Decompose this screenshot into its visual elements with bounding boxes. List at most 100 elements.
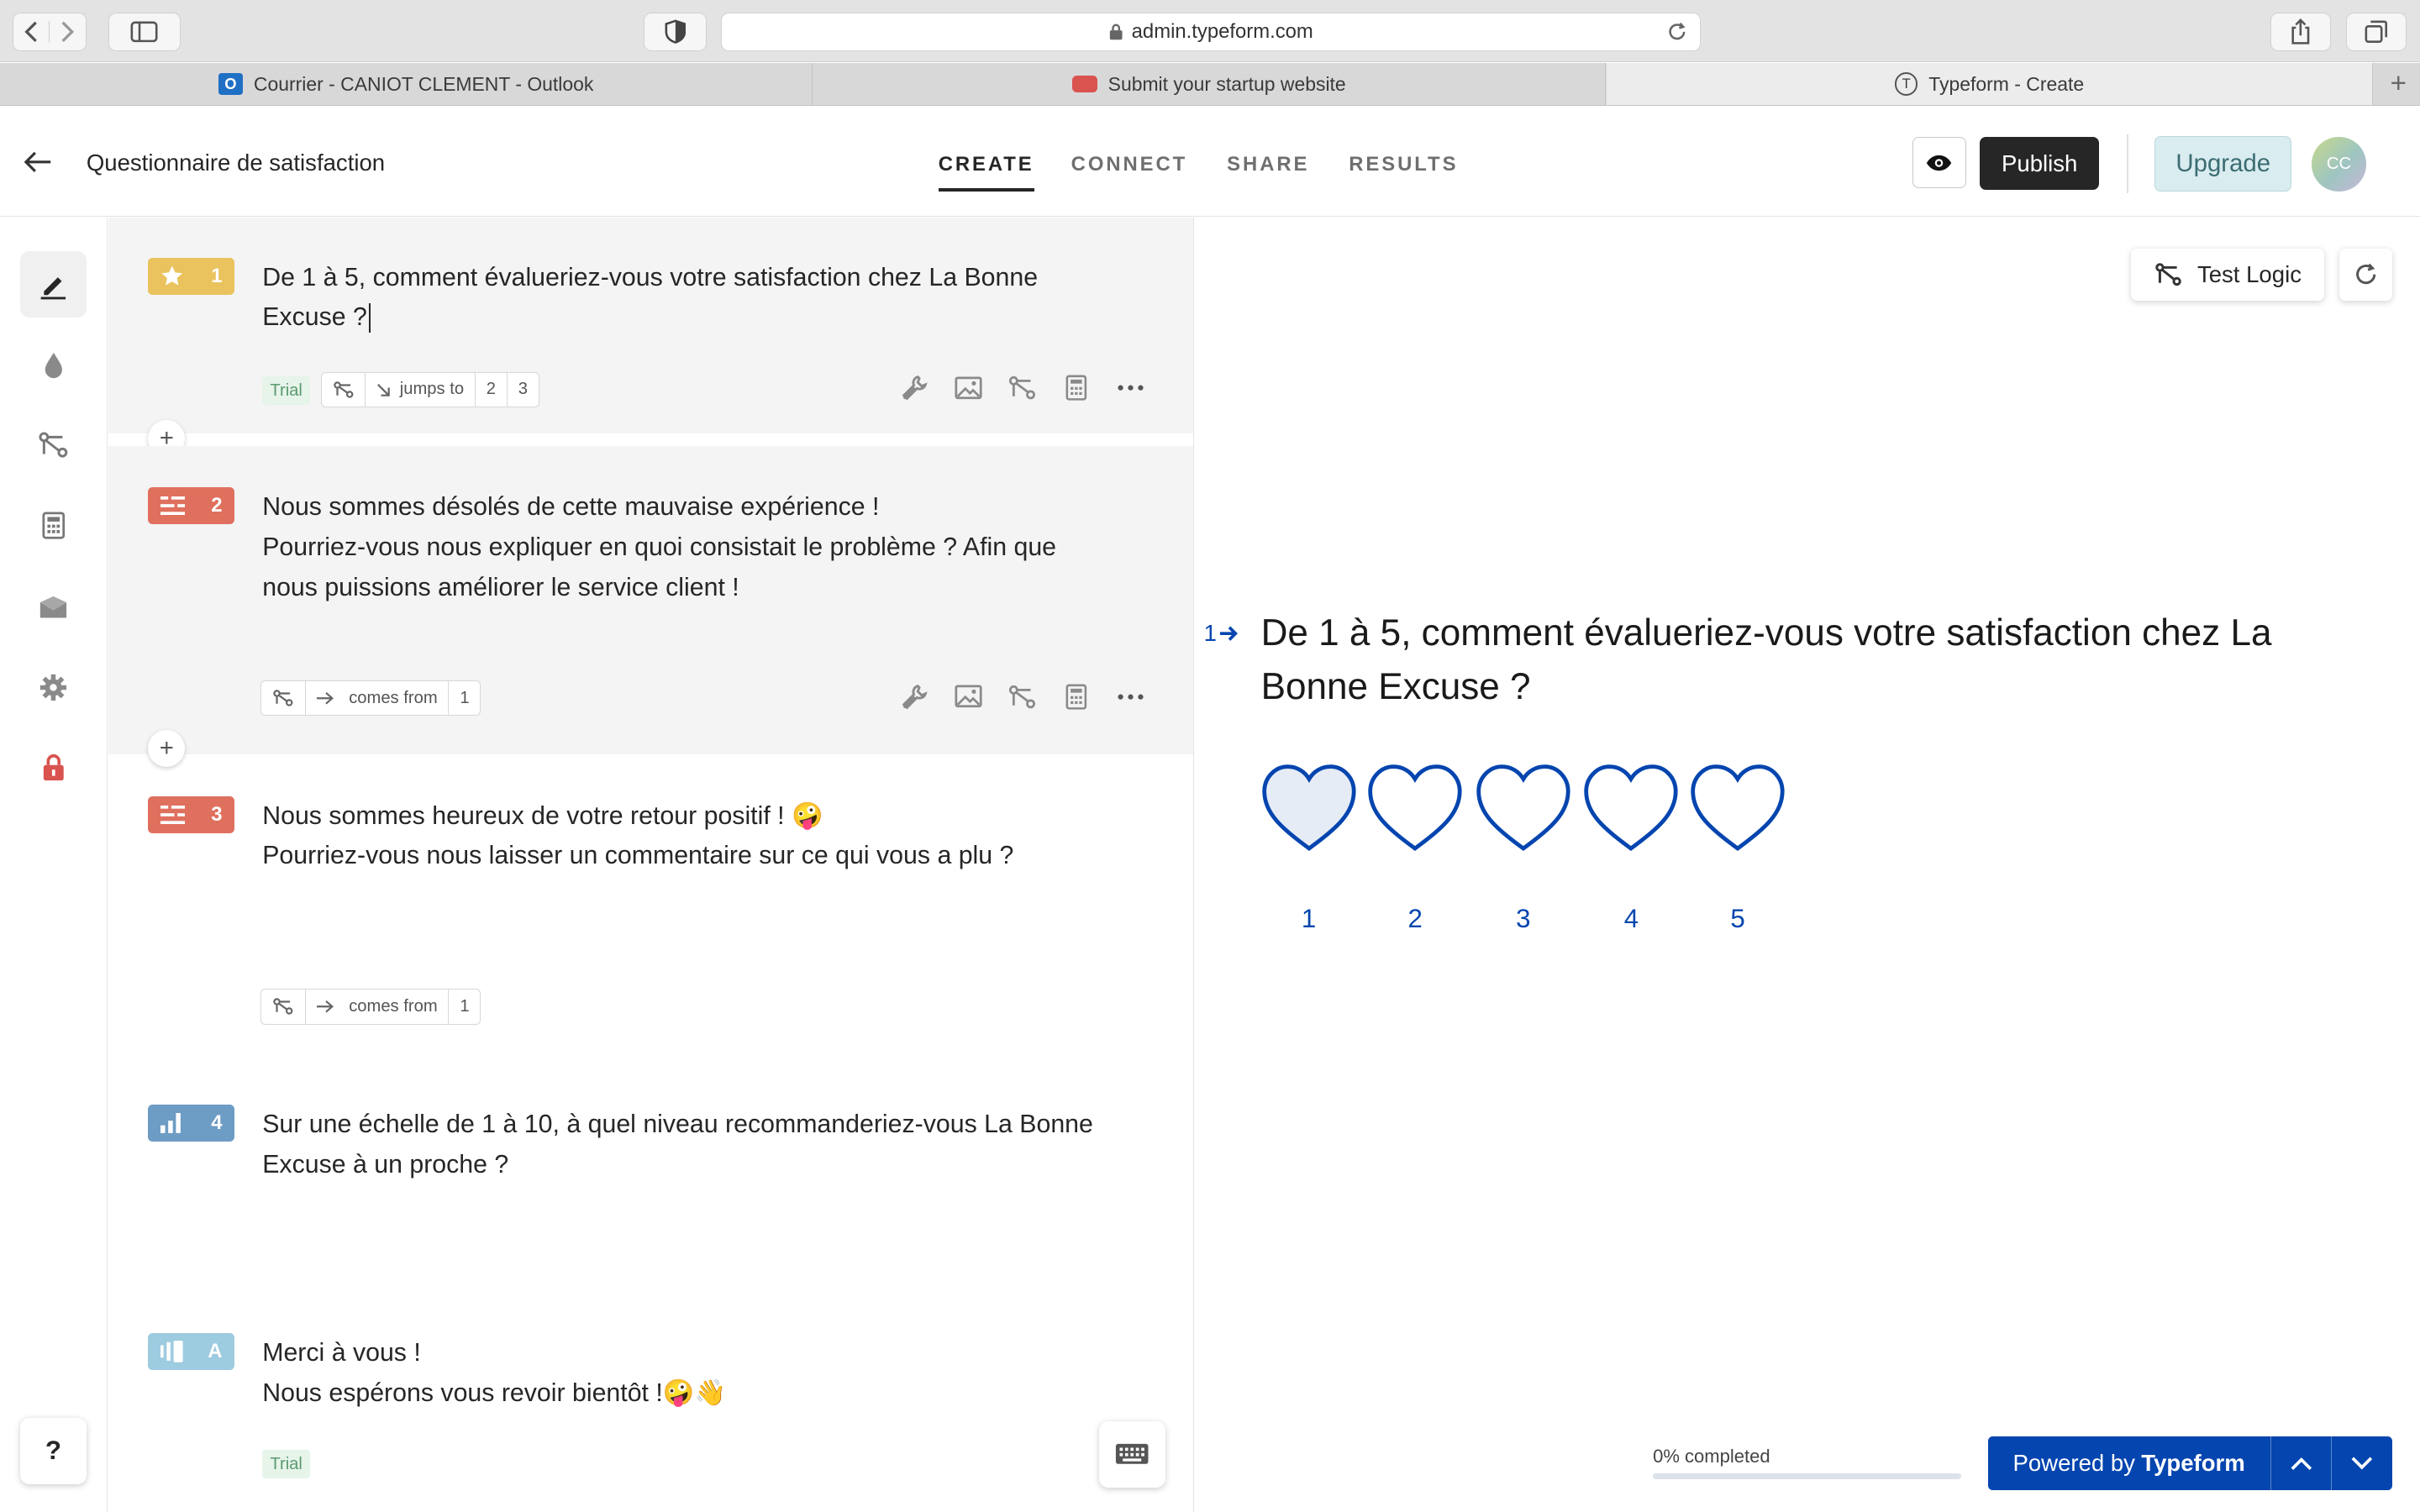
lock-icon bbox=[1109, 24, 1123, 39]
logic-target[interactable]: 2 bbox=[476, 372, 508, 407]
logic-branch-icon bbox=[2154, 263, 2181, 286]
browser-tab-strip: O Courrier - CANIOT CLEMENT - Outlook Su… bbox=[0, 63, 2420, 106]
logic-label: comes from bbox=[349, 997, 438, 1016]
sidebar-toggle-button[interactable] bbox=[108, 12, 182, 51]
back-forward-buttons bbox=[12, 12, 87, 51]
calculator-icon[interactable] bbox=[1060, 372, 1093, 405]
logic-source[interactable]: 1 bbox=[449, 990, 480, 1023]
form-preview: Test Logic 1 De 1 à 5, comment évaluerie… bbox=[1194, 217, 2420, 1512]
question-line: Nous sommes heureux de votre retour posi… bbox=[262, 801, 823, 830]
new-tab-button[interactable]: + bbox=[2377, 63, 2420, 105]
keyboard-shortcuts-button[interactable] bbox=[1098, 1420, 1165, 1488]
question-line: Pourriez-vous nous expliquer en quoi con… bbox=[262, 533, 1057, 562]
more-options-icon[interactable] bbox=[1114, 680, 1147, 713]
tab-results[interactable]: RESULTS bbox=[1349, 153, 1458, 176]
question-number: 2 bbox=[211, 494, 223, 517]
restart-preview-button[interactable] bbox=[2339, 248, 2392, 302]
powered-by-link[interactable]: Powered by Typeform bbox=[1988, 1436, 2270, 1490]
logic-summary[interactable]: comes from 1 bbox=[260, 680, 481, 717]
share-button[interactable] bbox=[2270, 12, 2331, 51]
question-item[interactable]: 4 Sur une échelle de 1 à 10, à quel nive… bbox=[108, 1063, 1193, 1294]
question-text[interactable]: Merci à vous ! Nous espérons vous revoir… bbox=[262, 1333, 1157, 1414]
powered-by-text: Powered by bbox=[2012, 1450, 2135, 1477]
powered-by-bar: Powered by Typeform bbox=[1987, 1436, 2392, 1491]
sidebar-item-settings[interactable] bbox=[20, 654, 87, 721]
browser-tab-startup[interactable]: Submit your startup website bbox=[813, 63, 1607, 105]
sidebar-item-logic[interactable] bbox=[20, 412, 87, 478]
sidebar-item-access[interactable] bbox=[20, 734, 87, 801]
image-icon[interactable] bbox=[952, 680, 985, 713]
question-number: 4 bbox=[211, 1111, 223, 1135]
tab-share[interactable]: SHARE bbox=[1227, 153, 1309, 176]
avatar[interactable]: CC bbox=[2312, 137, 2366, 192]
question-line: Pourriez-vous nous laisser un commentair… bbox=[262, 842, 1014, 870]
sidebar-item-calculator[interactable] bbox=[20, 492, 87, 559]
browser-tab-label: Submit your startup website bbox=[1107, 72, 1346, 95]
long-text-icon bbox=[160, 496, 186, 516]
previous-question-button[interactable] bbox=[2270, 1436, 2332, 1491]
privacy-button[interactable] bbox=[643, 12, 708, 51]
question-item[interactable]: 2 Nous sommes désolés de cette mauvaise … bbox=[108, 445, 1193, 755]
logic-target[interactable]: 3 bbox=[508, 373, 539, 407]
browser-toolbar: admin.typeform.com bbox=[0, 0, 2420, 63]
question-line: Excuse à un proche ? bbox=[262, 1150, 509, 1179]
tabs-icon bbox=[2365, 20, 2387, 43]
browser-forward-icon[interactable] bbox=[50, 21, 85, 43]
question-line: Nous espérons vous revoir bientôt !🤪👋 bbox=[262, 1378, 727, 1407]
heart-option-5[interactable] bbox=[1690, 764, 1786, 853]
image-icon[interactable] bbox=[952, 372, 985, 405]
logic-branch-icon[interactable] bbox=[1006, 372, 1039, 405]
help-button[interactable]: ? bbox=[19, 1417, 87, 1484]
test-logic-button[interactable]: Test Logic bbox=[2131, 248, 2325, 302]
browser-tab-typeform[interactable]: T Typeform - Create bbox=[1607, 63, 2373, 105]
question-text[interactable]: Sur une échelle de 1 à 10, à quel niveau… bbox=[262, 1105, 1157, 1185]
preview-question-number: 1 bbox=[1204, 620, 1239, 647]
browser-tab-outlook[interactable]: O Courrier - CANIOT CLEMENT - Outlook bbox=[0, 63, 813, 105]
star-icon bbox=[161, 265, 183, 286]
logic-label: comes from bbox=[349, 688, 438, 707]
padlock-icon bbox=[43, 754, 64, 781]
heart-option-4[interactable] bbox=[1583, 764, 1679, 853]
reload-icon[interactable] bbox=[1666, 21, 1688, 43]
logic-branch-icon bbox=[322, 372, 366, 407]
sidebar-item-notifications[interactable] bbox=[20, 574, 87, 640]
question-item[interactable]: 3 Nous sommes heureux de votre retour po… bbox=[108, 754, 1193, 1063]
address-bar[interactable]: admin.typeform.com bbox=[720, 12, 1702, 51]
question-text[interactable]: Nous sommes désolés de cette mauvaise ex… bbox=[262, 487, 1157, 607]
wrench-icon[interactable] bbox=[898, 372, 931, 405]
trial-badge: Trial bbox=[262, 376, 311, 406]
sidebar-item-design[interactable] bbox=[20, 332, 87, 398]
tab-overview-button[interactable] bbox=[2345, 12, 2407, 51]
question-item[interactable]: A Merci à vous ! Nous espérons vous revo… bbox=[108, 1294, 1193, 1512]
sidebar-item-content[interactable] bbox=[19, 251, 87, 318]
browser-back-icon[interactable] bbox=[13, 20, 50, 43]
upgrade-button[interactable]: Upgrade bbox=[2154, 135, 2292, 192]
question-item[interactable]: 1 De 1 à 5, comment évalueriez-vous votr… bbox=[108, 217, 1193, 434]
heart-option-1[interactable] bbox=[1261, 764, 1357, 853]
more-options-icon[interactable] bbox=[1114, 372, 1147, 405]
next-question-button[interactable] bbox=[2331, 1436, 2392, 1491]
rating-label: 5 bbox=[1730, 904, 1745, 934]
tab-create[interactable]: CREATE bbox=[938, 153, 1034, 192]
calculator-icon[interactable] bbox=[1060, 680, 1093, 713]
rating-label: 1 bbox=[1301, 904, 1317, 934]
opinion-scale-icon bbox=[160, 1113, 181, 1134]
question-text[interactable]: De 1 à 5, comment évalueriez-vous votre … bbox=[262, 258, 1157, 339]
logic-branch-icon[interactable] bbox=[1006, 680, 1039, 713]
publish-button[interactable]: Publish bbox=[1980, 137, 2099, 190]
logic-source[interactable]: 1 bbox=[449, 681, 480, 715]
keyboard-icon bbox=[1115, 1444, 1149, 1465]
heart-option-3[interactable] bbox=[1476, 764, 1571, 853]
question-list: 1 De 1 à 5, comment évalueriez-vous votr… bbox=[108, 217, 1194, 1512]
preview-button[interactable] bbox=[1912, 137, 1966, 189]
wrench-icon[interactable] bbox=[898, 680, 931, 713]
question-line: Bonne Excuse ? bbox=[1260, 666, 1531, 708]
logic-summary[interactable]: comes from 1 bbox=[260, 989, 481, 1025]
logic-summary[interactable]: jumps to 2 3 bbox=[321, 371, 539, 408]
tab-connect[interactable]: CONNECT bbox=[1071, 153, 1188, 176]
heart-option-2[interactable] bbox=[1367, 764, 1463, 853]
back-arrow-icon[interactable] bbox=[24, 151, 52, 173]
question-text[interactable]: Nous sommes heureux de votre retour posi… bbox=[262, 796, 1157, 877]
form-title[interactable]: Questionnaire de satisfaction bbox=[87, 150, 385, 176]
progress-text: 0% completed bbox=[1653, 1445, 1770, 1467]
